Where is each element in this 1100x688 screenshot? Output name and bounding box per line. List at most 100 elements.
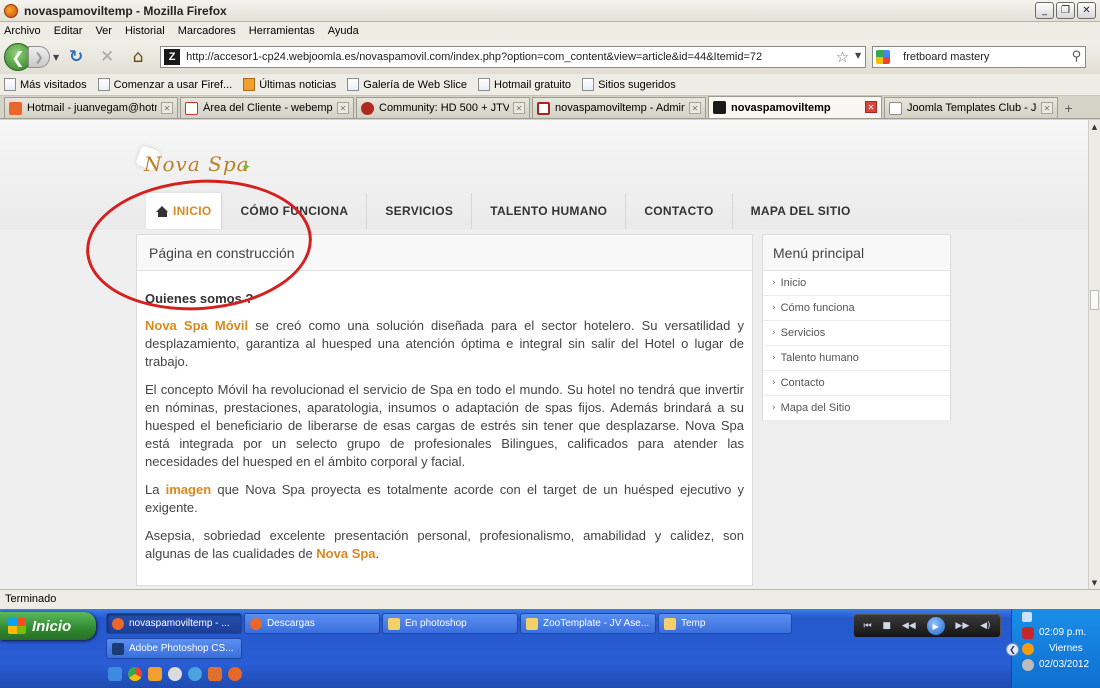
new-tab-button[interactable]: +: [1064, 102, 1073, 115]
menu-historial[interactable]: Historial: [125, 25, 165, 37]
bookmark-label: Comenzar a usar Firef...: [113, 78, 233, 91]
nav-como-funciona[interactable]: CÓMO FUNCIONA: [222, 193, 368, 229]
reload-icon[interactable]: ↻: [65, 46, 87, 68]
menu-ver[interactable]: Ver: [95, 25, 112, 37]
tab-close-icon[interactable]: ✕: [1041, 102, 1053, 114]
media-icon[interactable]: [168, 667, 182, 681]
app-icon[interactable]: [148, 667, 162, 681]
restore-button[interactable]: ❐: [1056, 2, 1075, 19]
scroll-up-icon[interactable]: ▲: [1089, 121, 1100, 132]
taskbar-item-zootemplate[interactable]: ZooTemplate - JV Ase...: [520, 613, 656, 634]
forward-button[interactable]: ❯: [28, 46, 50, 68]
start-button[interactable]: Inicio: [0, 612, 96, 640]
media-play-icon[interactable]: ▶: [926, 617, 945, 635]
sidebar-item-como-funciona[interactable]: › Cómo funciona: [763, 296, 950, 321]
clock-date: 02/03/2012: [1039, 659, 1090, 670]
bookmark-star-icon[interactable]: ☆: [836, 48, 849, 66]
tab-joomla-templates[interactable]: Joomla Templates Club - Joo... ✕: [884, 97, 1058, 118]
tab-administrator[interactable]: novaspamoviltemp - Administr... ✕: [532, 97, 706, 118]
nav-mapa-del-sitio[interactable]: MAPA DEL SITIO: [733, 193, 869, 229]
network-icon[interactable]: [1022, 612, 1032, 622]
sidebar-item-label: Servicios: [780, 327, 826, 339]
close-button[interactable]: ✕: [1077, 2, 1096, 19]
bookmark-hotmail[interactable]: Hotmail gratuito: [478, 78, 571, 91]
taskbar-item-firefox[interactable]: novaspamoviltemp - ...: [106, 613, 242, 634]
sidebar-item-contacto[interactable]: › Contacto: [763, 371, 950, 396]
history-dropdown-icon[interactable]: ▼: [53, 53, 59, 62]
tab-close-icon[interactable]: ✕: [689, 102, 701, 114]
antivirus-icon[interactable]: [1022, 627, 1034, 639]
volume-icon[interactable]: ◀): [980, 621, 990, 631]
paragraph-text: Asepsia, sobriedad excelente presentació…: [145, 528, 744, 561]
system-tray: ❮ 02:09 p.m. Viernes 02/03/2012: [1006, 609, 1100, 688]
url-dropdown-icon[interactable]: ▼: [855, 51, 861, 60]
window-title: novaspamoviltemp - Mozilla Firefox: [24, 3, 227, 18]
site-logo[interactable]: Nova Spa ✦: [134, 140, 264, 190]
taskbar-item-en-photoshop[interactable]: En photoshop: [382, 613, 518, 634]
vertical-scrollbar[interactable]: ▲ ▼: [1088, 120, 1100, 589]
media-rewind-icon[interactable]: ◀◀: [902, 621, 916, 631]
app2-icon[interactable]: [208, 667, 222, 681]
nav-contacto[interactable]: CONTACTO: [626, 193, 733, 229]
sidebar-item-label: Contacto: [780, 377, 825, 389]
tab-close-icon[interactable]: ✕: [865, 101, 877, 113]
bookmark-ultimas-noticias[interactable]: Últimas noticias: [243, 78, 336, 91]
chrome-icon[interactable]: [128, 667, 142, 681]
menu-ayuda[interactable]: Ayuda: [328, 25, 359, 37]
search-icon[interactable]: ⚲: [1072, 49, 1082, 64]
tab-novaspamoviltemp[interactable]: novaspamoviltemp ✕: [708, 96, 882, 118]
taskbar-item-temp[interactable]: Temp: [658, 613, 792, 634]
stop-icon[interactable]: ✕: [96, 46, 118, 68]
bullet-icon: ›: [772, 303, 776, 313]
menu-herramientas[interactable]: Herramientas: [249, 25, 315, 37]
search-input[interactable]: fretboard mastery: [903, 51, 989, 63]
sidebar-item-servicios[interactable]: › Servicios: [763, 321, 950, 346]
settings-tray-icon[interactable]: [1022, 659, 1034, 671]
scroll-down-icon[interactable]: ▼: [1089, 577, 1100, 588]
taskbar-item-descargas[interactable]: Descargas: [244, 613, 380, 634]
sidebar-title: Menú principal: [763, 235, 950, 271]
bookmark-sitios-sugeridos[interactable]: Sitios sugeridos: [582, 78, 676, 91]
sidebar-item-mapa-del-sitio[interactable]: › Mapa del Sitio: [763, 396, 950, 421]
tab-area-cliente[interactable]: Área del Cliente - webempres... ✕: [180, 97, 354, 118]
bookmark-galeria[interactable]: Galería de Web Slice: [347, 78, 467, 91]
url-text[interactable]: http://accesor1-cp24.webjoomla.es/novasp…: [186, 51, 762, 63]
tab-community[interactable]: Community: HD 500 + JTV 89... ✕: [356, 97, 530, 118]
sidebar-item-talento-humano[interactable]: › Talento humano: [763, 346, 950, 371]
firefox-icon: [250, 617, 262, 630]
nav-inicio[interactable]: INICIO: [146, 193, 223, 229]
bookmark-label: Más visitados: [20, 78, 87, 91]
nav-servicios[interactable]: SERVICIOS: [367, 193, 473, 229]
taskbar-item-photoshop[interactable]: Adobe Photoshop CS...: [106, 638, 242, 659]
menu-marcadores[interactable]: Marcadores: [178, 25, 236, 37]
bookmark-mas-visitados[interactable]: Más visitados: [4, 78, 87, 91]
home-icon[interactable]: ⌂: [127, 46, 149, 68]
media-stop-icon[interactable]: ■: [882, 621, 891, 631]
tab-close-icon[interactable]: ✕: [161, 102, 173, 114]
media-forward-icon[interactable]: ▶▶: [955, 621, 969, 631]
menu-archivo[interactable]: Archivo: [4, 25, 41, 37]
minimize-button[interactable]: _: [1035, 2, 1054, 19]
scrollbar-thumb[interactable]: [1090, 290, 1099, 310]
menu-editar[interactable]: Editar: [54, 25, 83, 37]
search-bar[interactable]: fretboard mastery ⚲: [872, 46, 1087, 68]
ie-icon[interactable]: [108, 667, 122, 681]
highlight-text: imagen: [165, 482, 212, 497]
google-icon[interactable]: [876, 50, 891, 64]
bookmark-comenzar[interactable]: Comenzar a usar Firef...: [97, 78, 233, 91]
messenger-icon[interactable]: [188, 667, 202, 681]
article-paragraph: Nova Spa Móvil se creó como una solución…: [145, 317, 744, 371]
tab-close-icon[interactable]: ✕: [337, 102, 349, 114]
tab-hotmail[interactable]: Hotmail - juanvegam@hotmail.... ✕: [4, 97, 178, 118]
nav-talento-humano[interactable]: TALENTO HUMANO: [472, 193, 627, 229]
app-tray-icon[interactable]: [1022, 643, 1034, 655]
tray-expand-icon[interactable]: ❮: [1006, 643, 1019, 656]
firefox-icon[interactable]: [228, 667, 242, 681]
media-prev-icon[interactable]: ⏮: [863, 621, 871, 631]
media-player-bar: ⏮ ■ ◀◀ ▶ ▶▶ ◀): [853, 614, 1001, 638]
sidebar-item-inicio[interactable]: › Inicio: [763, 271, 950, 296]
paragraph-text: que Nova Spa proyecta es totalmente acor…: [145, 482, 744, 515]
tab-close-icon[interactable]: ✕: [513, 102, 525, 114]
firefox-icon: [4, 3, 18, 18]
url-bar[interactable]: Z http://accesor1-cp24.webjoomla.es/nova…: [160, 46, 867, 68]
